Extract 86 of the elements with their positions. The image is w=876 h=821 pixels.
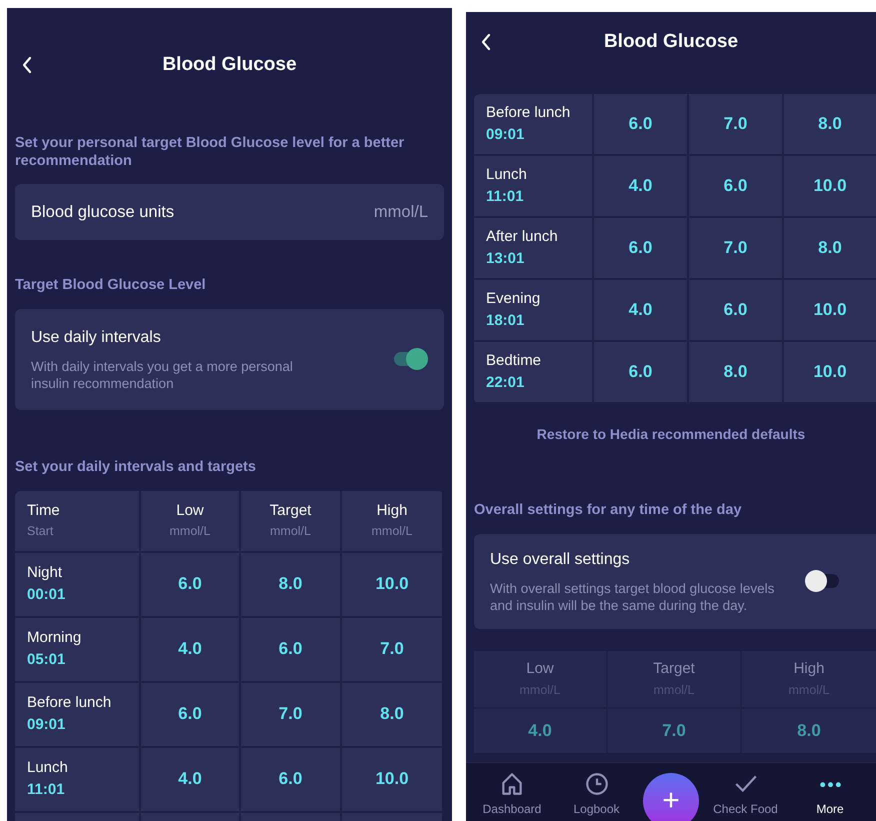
interval-start-time: 09:01 [486, 125, 526, 145]
section-heading: Set your personal target Blood Glucose level for a better recommendation [15, 134, 406, 170]
interval-name: Bedtime [486, 350, 542, 370]
column-title: High [376, 500, 408, 521]
back-button[interactable] [21, 56, 33, 74]
units-value: mmol/L [374, 202, 428, 223]
interval-name: Lunch [27, 758, 69, 778]
table-cell: 4.0 [141, 618, 241, 682]
interval-start-time: 11:01 [27, 780, 66, 800]
screen-title: Blood Glucose [162, 52, 297, 77]
units-label: Blood glucose units [31, 202, 174, 223]
table-cell: 4.0 [141, 748, 241, 812]
table-cell: 8.0 [784, 94, 876, 156]
clock-icon [584, 771, 610, 797]
table-cell: 7.0 [342, 618, 442, 682]
table-cell: 6.0 [594, 342, 689, 404]
column-title: Low [526, 659, 554, 680]
section-heading: Target Blood Glucose Level [15, 276, 207, 295]
toggle-switch[interactable] [805, 570, 841, 592]
table-cell: 6.0 [241, 618, 342, 682]
table-cell: 10.0 [784, 156, 876, 218]
toggle-switch[interactable] [392, 348, 428, 370]
back-icon [21, 56, 33, 74]
table-cell: 10.0 [784, 342, 876, 404]
table-cell: 8.0 [689, 342, 784, 404]
setting-label: Use daily intervals [31, 328, 162, 348]
table-cell: 6.0 [141, 682, 241, 748]
interval-name: Before lunch [27, 692, 112, 712]
interval-start-time: 18:01 [486, 311, 526, 331]
section-heading: Overall settings for any time of the day [474, 501, 743, 520]
table-cell: 7.0 [241, 682, 342, 748]
table-cell: 10.0 [342, 748, 442, 812]
table-cell: 6.0 [594, 218, 689, 280]
nav-tab[interactable]: Dashboard [474, 771, 550, 818]
column-unit: mmol/L [170, 523, 210, 540]
column-unit: Start [27, 523, 54, 540]
table-cell: 10.0 [784, 280, 876, 342]
column-title: Target [270, 500, 312, 521]
back-button[interactable] [480, 33, 492, 51]
column-unit: mmol/L [372, 523, 412, 540]
interval-start-time: 11:01 [486, 187, 525, 207]
interval-name: After lunch [486, 226, 559, 246]
section-heading: Set your daily intervals and targets [15, 458, 257, 477]
table-cell: 6.0 [241, 748, 342, 812]
interval-start-time: 05:01 [27, 650, 66, 670]
table-cell: 7.0 [689, 94, 784, 156]
interval-start-time: 00:01 [27, 585, 66, 605]
more-icon [820, 782, 840, 787]
interval-name: Morning [27, 628, 82, 648]
target-value: 7.0 [661, 720, 687, 742]
units-row[interactable]: Blood glucose units mmol/L [15, 184, 444, 240]
table-cell: 6.0 [689, 280, 784, 342]
table-cell: 7.0 [689, 218, 784, 280]
setting-description: With overall settings target blood glucose levels and insulin will be the same during the day. [490, 580, 776, 614]
restore-defaults-link[interactable]: Restore to Hedia recommended defaults [536, 424, 806, 445]
table-cell: 6.0 [141, 552, 241, 618]
table-cell: 6.0 [689, 156, 784, 218]
interval-name: Lunch [486, 164, 528, 184]
screen-title: Blood Glucose [604, 30, 738, 54]
interval-name: Night [27, 562, 64, 582]
nav-tab[interactable]: More [792, 772, 868, 818]
table-cell: 8.0 [784, 218, 876, 280]
table-cell: 8.0 [342, 682, 442, 748]
interval-name: Evening [486, 288, 542, 308]
table-cell: 4.0 [594, 156, 689, 218]
column-title: High [794, 659, 824, 680]
nav-tab[interactable]: Check Food [708, 771, 784, 818]
interval-name: Before lunch [486, 102, 572, 122]
table-cell: 10.0 [342, 552, 442, 618]
table-cell: 8.0 [241, 552, 342, 618]
column-title: Low [176, 500, 204, 521]
back-icon [480, 33, 492, 51]
target-value: 4.0 [527, 720, 553, 742]
add-button[interactable]: + [643, 773, 699, 821]
nav-tab[interactable]: Logbook [558, 771, 634, 818]
interval-start-time: 13:01 [486, 249, 526, 269]
target-value: 8.0 [796, 720, 822, 742]
interval-start-time: 22:01 [486, 373, 526, 393]
table-cell: 6.0 [594, 94, 689, 156]
column-title: Target [653, 659, 695, 680]
column-unit: mmol/L [270, 523, 311, 540]
setting-description: With daily intervals you get a more personal insulin recommendation [31, 358, 294, 392]
table-cell: 4.0 [594, 280, 689, 342]
column-title: Time [27, 500, 60, 521]
interval-start-time: 09:01 [27, 715, 66, 735]
setting-label: Use overall settings [490, 550, 631, 570]
